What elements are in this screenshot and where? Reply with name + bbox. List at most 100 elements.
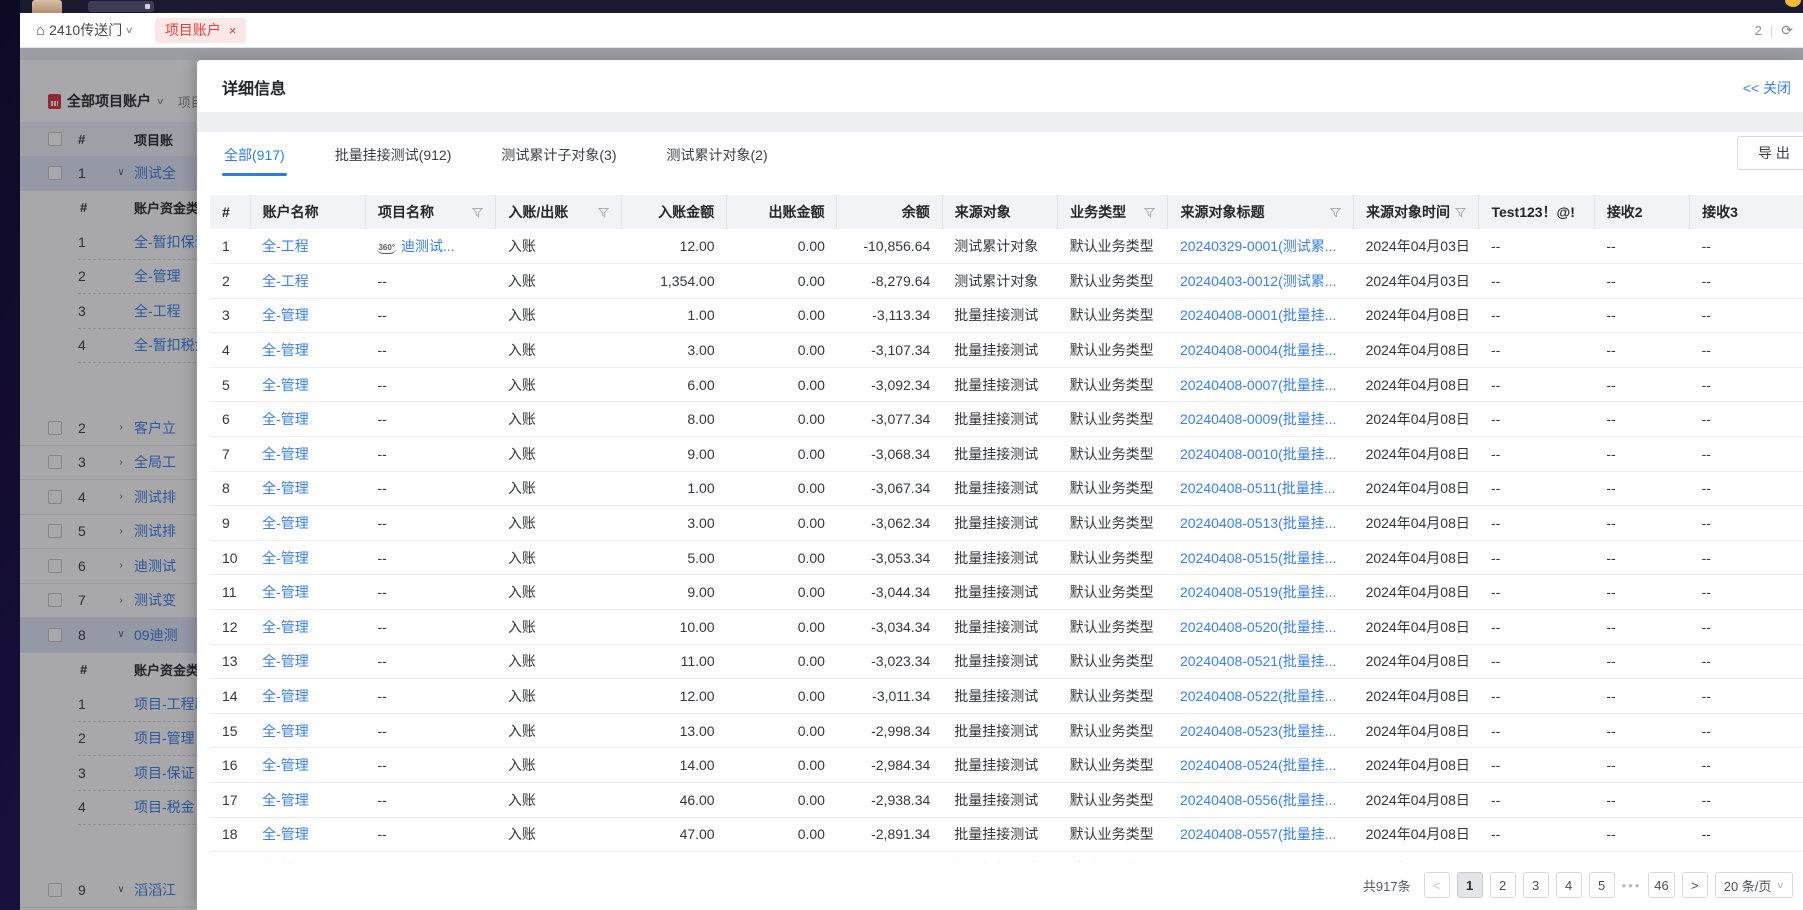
cell-inout: 入账 xyxy=(496,540,621,575)
account-link[interactable]: 全-管理 xyxy=(262,342,309,358)
home-tab[interactable]: ⌂ 2410传送门 ∨ xyxy=(36,20,133,40)
account-link[interactable]: 全-管理 xyxy=(262,307,309,323)
cell-out-amount: 0.00 xyxy=(727,402,837,437)
account-link[interactable]: 全-管理 xyxy=(262,515,309,531)
source-title-link[interactable]: 20240408-0010(批量挂... xyxy=(1180,446,1336,462)
next-page-button[interactable]: > xyxy=(1682,872,1708,898)
cell-test123: -- xyxy=(1479,817,1594,852)
cell-balance: -3,023.34 xyxy=(837,644,942,679)
cell-source-date: 2024年04月08日 xyxy=(1354,471,1479,506)
account-link[interactable]: 全-工程 xyxy=(262,238,309,254)
source-title-link[interactable]: 20240408-0522(批量挂... xyxy=(1180,688,1336,704)
cell-out-amount: 0.00 xyxy=(727,783,837,818)
source-title-link[interactable]: 20240408-0001(批量挂... xyxy=(1180,307,1336,323)
account-link[interactable]: 全-管理 xyxy=(262,688,309,704)
cell-receive2: -- xyxy=(1594,610,1689,645)
source-title-link[interactable]: 20240408-0009(批量挂... xyxy=(1180,411,1336,427)
prev-page-button[interactable]: < xyxy=(1424,872,1450,898)
account-link[interactable]: 全-管理 xyxy=(262,653,309,669)
cell-biztype: 默认业务类型 xyxy=(1058,610,1168,645)
export-button[interactable]: 导 出 xyxy=(1737,136,1803,170)
cell-source: 批量挂接测试 xyxy=(942,713,1057,748)
cell-receive3: -- xyxy=(1690,333,1803,368)
account-link[interactable]: 全-管理 xyxy=(262,584,309,600)
cell-biztype: 默认业务类型 xyxy=(1058,540,1168,575)
account-link[interactable]: 全-管理 xyxy=(262,757,309,773)
cell-out-amount: 0.00 xyxy=(727,264,837,299)
page-size-select[interactable]: 20 条/页∨ xyxy=(1715,872,1793,898)
tab-count: 2 xyxy=(1755,23,1762,38)
column-header: 余额 xyxy=(837,195,942,229)
filter-funnel-icon[interactable] xyxy=(1330,207,1341,218)
account-link[interactable]: 全-管理 xyxy=(262,411,309,427)
cell-project: -- xyxy=(365,437,495,472)
project-link[interactable]: 迪测试... xyxy=(401,238,455,254)
filter-funnel-icon[interactable] xyxy=(598,207,609,218)
column-header-label: 入账金额 xyxy=(634,202,714,222)
account-link[interactable]: 全-管理 xyxy=(262,826,309,842)
detail-tab[interactable]: 测试累计对象(2) xyxy=(665,132,770,178)
source-title-link[interactable]: 20240408-0007(批量挂... xyxy=(1180,377,1336,393)
more-pages-icon[interactable]: ••• xyxy=(1622,878,1642,893)
account-link[interactable]: 全-管理 xyxy=(262,619,309,635)
source-title-link[interactable]: 20240408-0556(批量挂... xyxy=(1180,792,1336,808)
detail-tab[interactable]: 全部(917) xyxy=(222,132,287,178)
filter-funnel-icon[interactable] xyxy=(472,207,483,218)
cell-account: 全-管理 xyxy=(250,644,365,679)
chevron-down-icon: ∨ xyxy=(125,25,134,36)
source-title-link[interactable]: 20240403-0012(测试累... xyxy=(1180,273,1336,289)
cell-balance: -3,113.34 xyxy=(837,298,942,333)
source-title-link[interactable]: 20240408-0520(批量挂... xyxy=(1180,619,1336,635)
cell-inout: 入账 xyxy=(496,264,621,299)
source-title-link[interactable]: 20240408-0004(批量挂... xyxy=(1180,342,1336,358)
source-title-link[interactable]: 20240408-0521(批量挂... xyxy=(1180,653,1336,669)
source-title-link[interactable]: 20240408-0519(批量挂... xyxy=(1180,584,1336,600)
cell-source-date: 2024年04月03日 xyxy=(1354,229,1479,264)
account-link[interactable]: 全-管理 xyxy=(262,792,309,808)
tab-project-account[interactable]: 项目账户 × xyxy=(155,18,247,43)
source-title-link[interactable]: 20240408-0557(批量挂... xyxy=(1180,826,1336,842)
topbar-button[interactable] xyxy=(88,1,154,12)
account-link[interactable]: 全-管理 xyxy=(262,550,309,566)
page-button[interactable]: 5 xyxy=(1589,872,1615,898)
account-link[interactable]: 全-管理 xyxy=(262,480,309,496)
source-title-link[interactable]: 20240408-0523(批量挂... xyxy=(1180,723,1336,739)
account-link[interactable]: 全-工程 xyxy=(262,273,309,289)
source-title-link[interactable]: 20240408-0511(批量挂... xyxy=(1180,480,1335,496)
cell-test123: -- xyxy=(1479,713,1594,748)
cell-source-date: 2024年04月08日 xyxy=(1354,610,1479,645)
page-button[interactable]: 1 xyxy=(1457,872,1483,898)
table-row: 11全-管理--入账9.000.00-3,044.34批量挂接测试默认业务类型2… xyxy=(210,575,1803,610)
pagination-total: 共917条 xyxy=(1363,876,1411,895)
close-icon[interactable]: × xyxy=(229,23,237,38)
cell-receive3: -- xyxy=(1690,679,1803,714)
refresh-icon[interactable]: ⟳ xyxy=(1781,22,1793,39)
cell-source: 批量挂接测试 xyxy=(942,644,1057,679)
page-button[interactable]: 46 xyxy=(1648,872,1674,898)
cell-source: 批量挂接测试 xyxy=(942,367,1057,402)
source-title-link[interactable]: 20240408-0524(批量挂... xyxy=(1180,757,1336,773)
source-title-link[interactable]: 20240408-0513(批量挂... xyxy=(1180,515,1336,531)
source-title-link[interactable]: 20240329-0001(测试累... xyxy=(1180,238,1336,254)
table-row: 5全-管理--入账6.000.00-3,092.34批量挂接测试默认业务类型20… xyxy=(210,367,1803,402)
page-button[interactable]: 3 xyxy=(1523,872,1549,898)
avatar[interactable] xyxy=(32,0,62,13)
account-link[interactable]: 全-管理 xyxy=(262,377,309,393)
cell-account: 全-管理 xyxy=(250,748,365,783)
detail-tab[interactable]: 测试累计子对象(3) xyxy=(499,132,618,178)
detail-tab[interactable]: 批量挂接测试(912) xyxy=(333,132,454,178)
source-title-link[interactable]: 20240408-0558(批量挂... xyxy=(1180,861,1336,862)
page-button[interactable]: 2 xyxy=(1490,872,1516,898)
source-title-link[interactable]: 20240408-0515(批量挂... xyxy=(1180,550,1336,566)
close-panel-link[interactable]: << 关闭 xyxy=(1743,78,1791,98)
account-link[interactable]: 全-管理 xyxy=(262,446,309,462)
filter-funnel-icon[interactable] xyxy=(1144,207,1155,218)
account-link[interactable]: 全-管理 xyxy=(262,723,309,739)
cell-test123: -- xyxy=(1479,540,1594,575)
column-header-label: 接收3 xyxy=(1702,202,1796,222)
filter-funnel-icon[interactable] xyxy=(1455,207,1466,218)
cell-source-date: 2024年04月08日 xyxy=(1354,298,1479,333)
page-button[interactable]: 4 xyxy=(1556,872,1582,898)
account-link[interactable]: 全-管理 xyxy=(262,861,309,862)
cell-balance: -3,034.34 xyxy=(837,610,942,645)
